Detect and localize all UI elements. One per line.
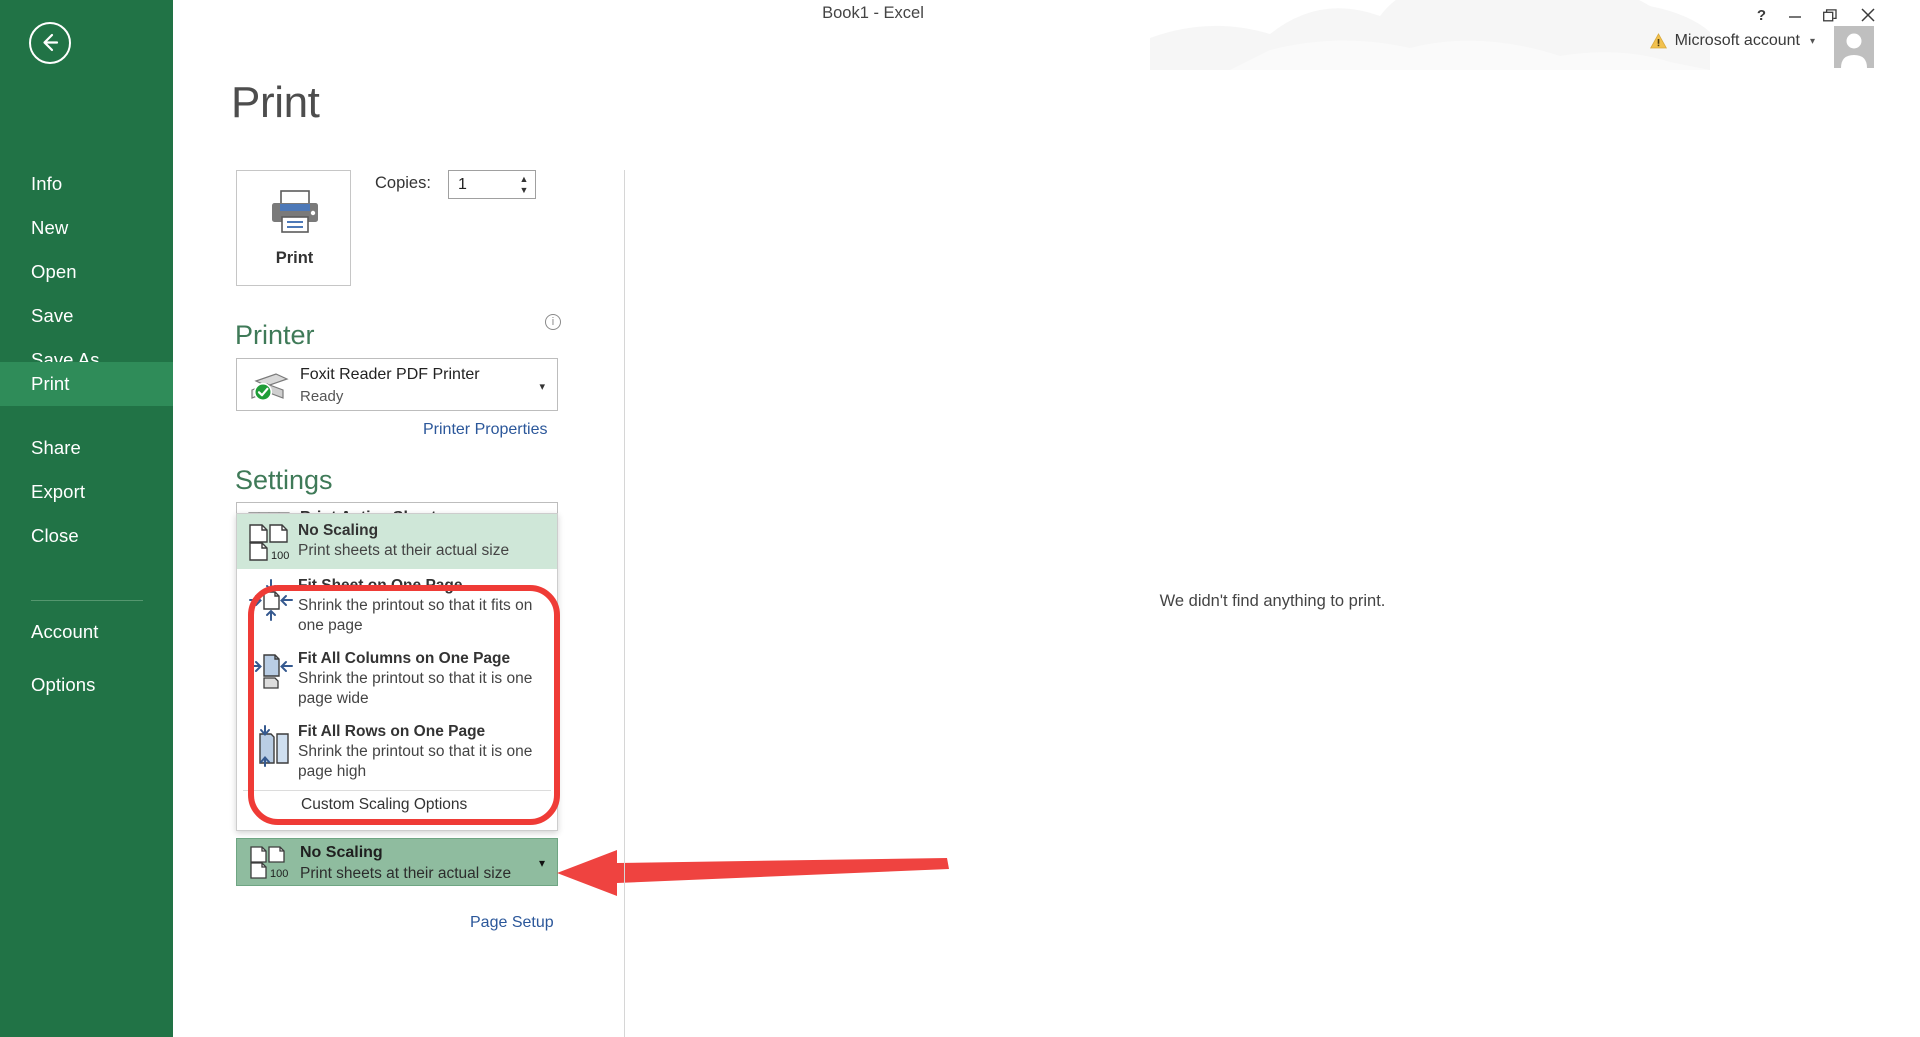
window-title-bar: Book1 - Excel ? Microsoft acc (173, 0, 1920, 70)
page-title: Print (231, 78, 319, 128)
sidebar-item-close[interactable]: Close (0, 514, 173, 558)
warning-triangle-icon (1650, 33, 1667, 49)
chevron-down-icon[interactable]: ▾ (539, 380, 545, 393)
printer-name: Foxit Reader PDF Printer (300, 366, 480, 384)
sidebar-item-label: Open (31, 261, 77, 283)
scaling-option-fit-all-columns-on-one-page[interactable]: Fit All Columns on One PageShrink the pr… (237, 642, 557, 715)
fit-sheet-one-page-icon (247, 576, 295, 635)
sidebar-item-label: Save (31, 305, 74, 327)
scaling-option-fit-sheet-on-one-page[interactable]: Fit Sheet on One PageShrink the printout… (237, 569, 557, 642)
printer-ready-icon (249, 371, 289, 401)
scaling-option-fit-all-rows-on-one-page[interactable]: Fit All Rows on One PageShrink the print… (237, 715, 557, 788)
scaling-option-text: Fit Sheet on One PageShrink the printout… (295, 576, 549, 635)
scaling-option-title: Fit All Columns on One Page (298, 649, 549, 669)
sidebar-item-label: Account (31, 621, 99, 643)
settings-section-title: Settings (235, 465, 333, 496)
sidebar-item-export[interactable]: Export (0, 470, 173, 514)
copies-label: Copies: (375, 174, 431, 193)
no-scaling-icon: 100 (249, 846, 291, 880)
custom-scaling-options-item[interactable]: Custom Scaling Options (237, 791, 557, 822)
scaling-option-text: No ScalingPrint sheets at their actual s… (295, 521, 549, 562)
sidebar-item-label: Close (31, 525, 79, 547)
scaling-select-desc: Print sheets at their actual size (300, 865, 511, 883)
user-avatar-icon[interactable] (1834, 26, 1874, 68)
sidebar-item-label: Print (31, 373, 70, 395)
sidebar-item-share[interactable]: Share (0, 426, 173, 470)
no-scaling-icon: 100 (247, 521, 295, 562)
back-arrow-icon[interactable] (29, 22, 71, 64)
scaling-option-desc: Shrink the printout so that it fits on o… (298, 596, 549, 635)
sidebar-item-account[interactable]: Account (0, 610, 173, 654)
sidebar-item-label: Info (31, 173, 62, 195)
fit-columns-one-page-icon (247, 649, 295, 708)
fit-rows-one-page-icon (247, 722, 295, 781)
printer-select[interactable]: Foxit Reader PDF Printer Ready ▾ (236, 358, 558, 411)
scaling-select[interactable]: 100 No Scaling Print sheets at their act… (236, 838, 558, 886)
account-label: Microsoft account (1675, 32, 1800, 50)
scaling-option-desc: Shrink the printout so that it is one pa… (298, 742, 549, 781)
printer-status: Ready (300, 388, 343, 405)
preview-empty-message: We didn't find anything to print. (625, 592, 1920, 611)
spinner-down-icon[interactable]: ▼ (520, 187, 529, 194)
print-button[interactable]: Print (236, 170, 351, 286)
scaling-dropdown-list[interactable]: 100 No ScalingPrint sheets at their actua… (236, 513, 558, 831)
excel-print-backstage: InfoNewOpenSaveSave AsPrintShareExportCl… (0, 0, 1920, 1037)
scaling-option-title: Fit Sheet on One Page (298, 576, 549, 596)
sidebar-item-info[interactable]: Info (0, 162, 173, 206)
copies-spinner[interactable]: ▲ ▼ (513, 171, 535, 198)
page-setup-link[interactable]: Page Setup (470, 914, 554, 932)
sidebar-item-label: Options (31, 674, 95, 696)
sidebar-item-print[interactable]: Print (0, 362, 173, 406)
microsoft-account-menu[interactable]: Microsoft account ▾ (1650, 32, 1815, 50)
print-button-label: Print (237, 249, 352, 268)
scaling-options: 100 No ScalingPrint sheets at their actua… (237, 514, 557, 788)
printer-properties-link[interactable]: Printer Properties (423, 421, 548, 439)
sidebar-item-save[interactable]: Save (0, 294, 173, 338)
svg-text:?: ? (1756, 7, 1765, 23)
sidebar-divider (31, 600, 143, 601)
svg-text:100: 100 (270, 868, 288, 880)
copies-stepper[interactable]: 1 ▲ ▼ (448, 170, 536, 199)
close-icon[interactable] (1846, 2, 1890, 28)
sidebar-item-label: Export (31, 481, 85, 503)
chevron-down-icon: ▾ (1810, 36, 1815, 47)
scaling-option-desc: Print sheets at their actual size (298, 541, 549, 561)
scaling-select-title: No Scaling (300, 844, 383, 862)
annotation-arrow-icon (555, 845, 955, 905)
sidebar-item-options[interactable]: Options (0, 663, 173, 707)
printer-icon (269, 189, 321, 237)
scaling-option-title: Fit All Rows on One Page (298, 722, 549, 742)
scaling-option-title: No Scaling (298, 521, 549, 541)
chevron-down-icon[interactable]: ▾ (539, 856, 545, 870)
scaling-option-text: Fit All Columns on One PageShrink the pr… (295, 649, 549, 708)
scaling-option-desc: Shrink the printout so that it is one pa… (298, 669, 549, 708)
backstage-sidebar: InfoNewOpenSaveSave AsPrintShareExportCl… (0, 0, 173, 1037)
spinner-up-icon[interactable]: ▲ (520, 176, 529, 183)
sidebar-item-open[interactable]: Open (0, 250, 173, 294)
scaling-option-no-scaling[interactable]: 100 No ScalingPrint sheets at their actua… (237, 514, 557, 569)
copies-input[interactable]: 1 (449, 176, 513, 194)
sidebar-item-label: Share (31, 437, 81, 459)
svg-text:100: 100 (271, 550, 289, 562)
info-icon[interactable]: i (545, 314, 561, 330)
printer-section-title: Printer (235, 320, 315, 351)
sidebar-item-label: New (31, 217, 68, 239)
avatar-glyph (1834, 26, 1874, 68)
scaling-option-text: Fit All Rows on One PageShrink the print… (295, 722, 549, 781)
back-arrow-glyph (38, 31, 61, 54)
window-title: Book1 - Excel (173, 4, 1573, 23)
sidebar-item-new[interactable]: New (0, 206, 173, 250)
